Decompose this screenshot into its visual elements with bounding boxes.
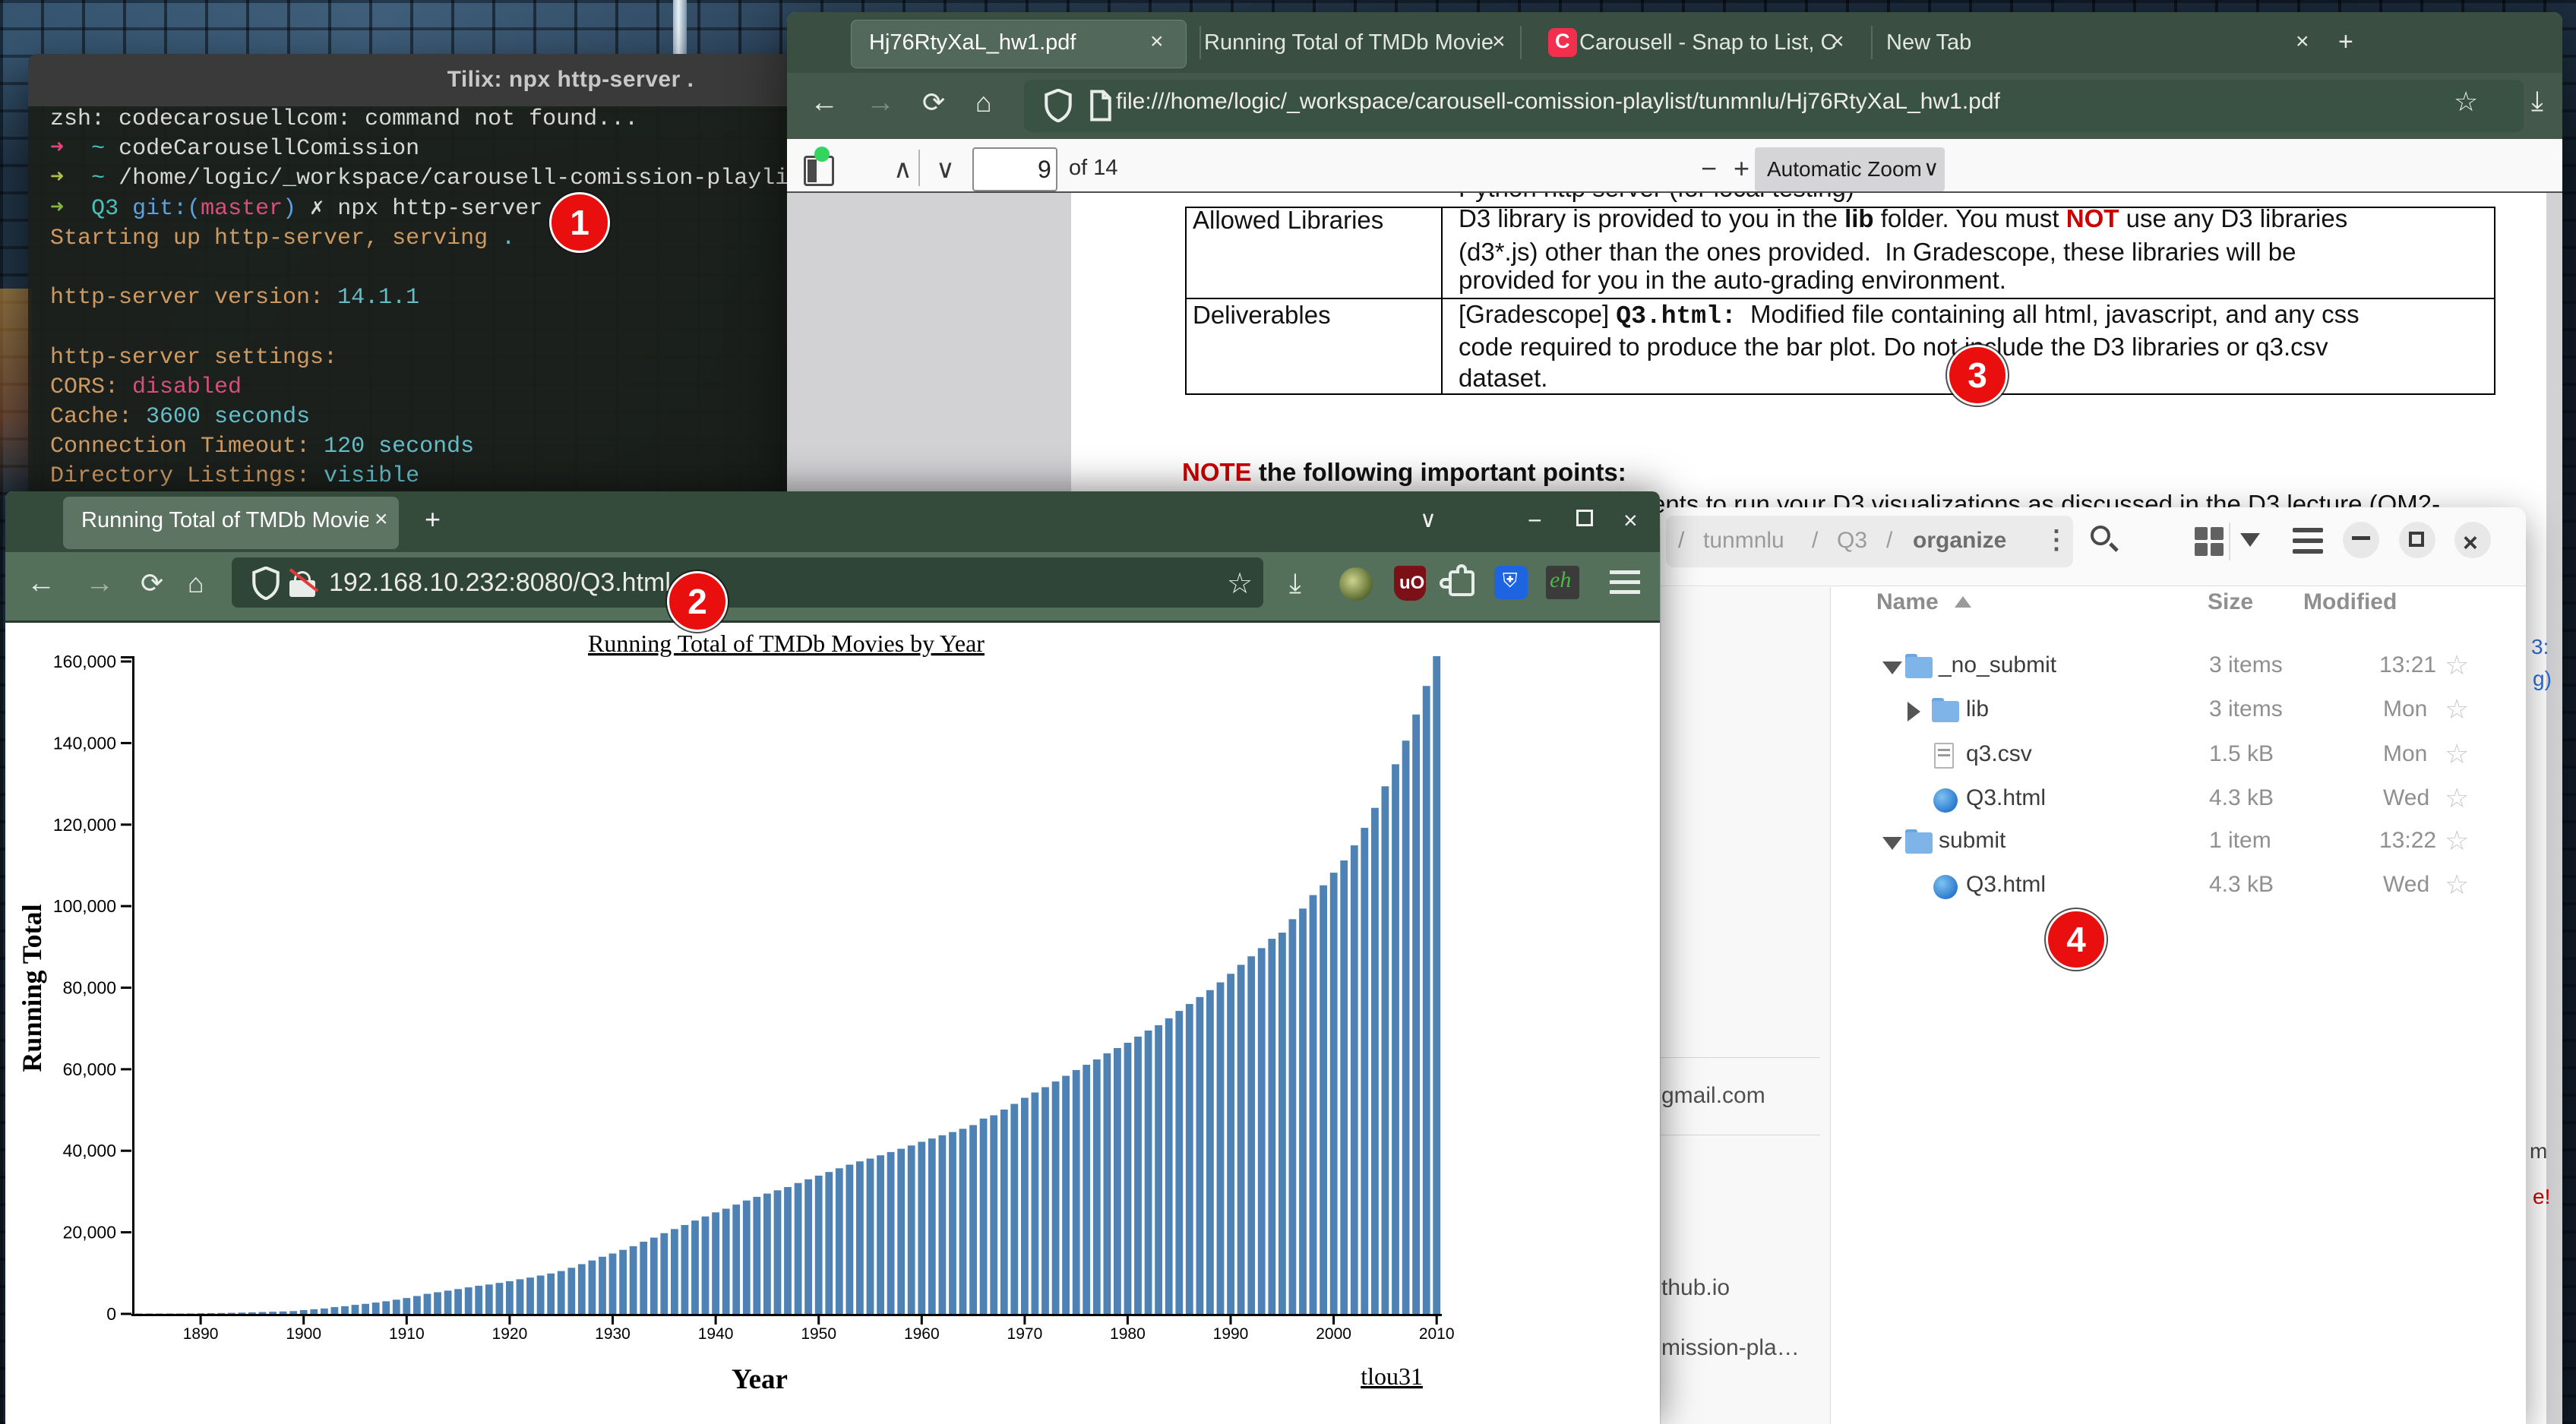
svg-text:20,000: 20,000	[63, 1223, 116, 1242]
svg-text:Running Total of TMDb Movies b: Running Total of TMDb Movies by Year	[588, 630, 985, 657]
svg-text:1920: 1920	[492, 1325, 528, 1343]
svg-text:40,000: 40,000	[63, 1141, 116, 1160]
svg-text:1990: 1990	[1213, 1325, 1249, 1343]
svg-text:1970: 1970	[1007, 1325, 1043, 1343]
svg-text:1910: 1910	[389, 1325, 425, 1343]
svg-text:140,000: 140,000	[53, 733, 116, 753]
svg-text:1930: 1930	[595, 1325, 631, 1343]
svg-text:160,000: 160,000	[53, 652, 116, 671]
svg-text:1980: 1980	[1110, 1325, 1146, 1343]
svg-text:100,000: 100,000	[53, 896, 116, 916]
svg-text:0: 0	[106, 1304, 116, 1324]
svg-text:80,000: 80,000	[63, 978, 116, 998]
svg-text:1960: 1960	[904, 1325, 940, 1343]
svg-text:120,000: 120,000	[53, 815, 116, 835]
svg-text:1900: 1900	[286, 1325, 321, 1343]
svg-text:Year: Year	[732, 1364, 788, 1395]
svg-text:tlou31: tlou31	[1361, 1362, 1423, 1390]
svg-text:1940: 1940	[698, 1325, 734, 1343]
svg-text:2010: 2010	[1419, 1325, 1455, 1343]
svg-text:60,000: 60,000	[63, 1059, 116, 1079]
svg-text:2000: 2000	[1316, 1325, 1351, 1343]
svg-text:1890: 1890	[183, 1325, 219, 1343]
svg-text:Running Total: Running Total	[17, 904, 47, 1072]
svg-text:1950: 1950	[801, 1325, 836, 1343]
